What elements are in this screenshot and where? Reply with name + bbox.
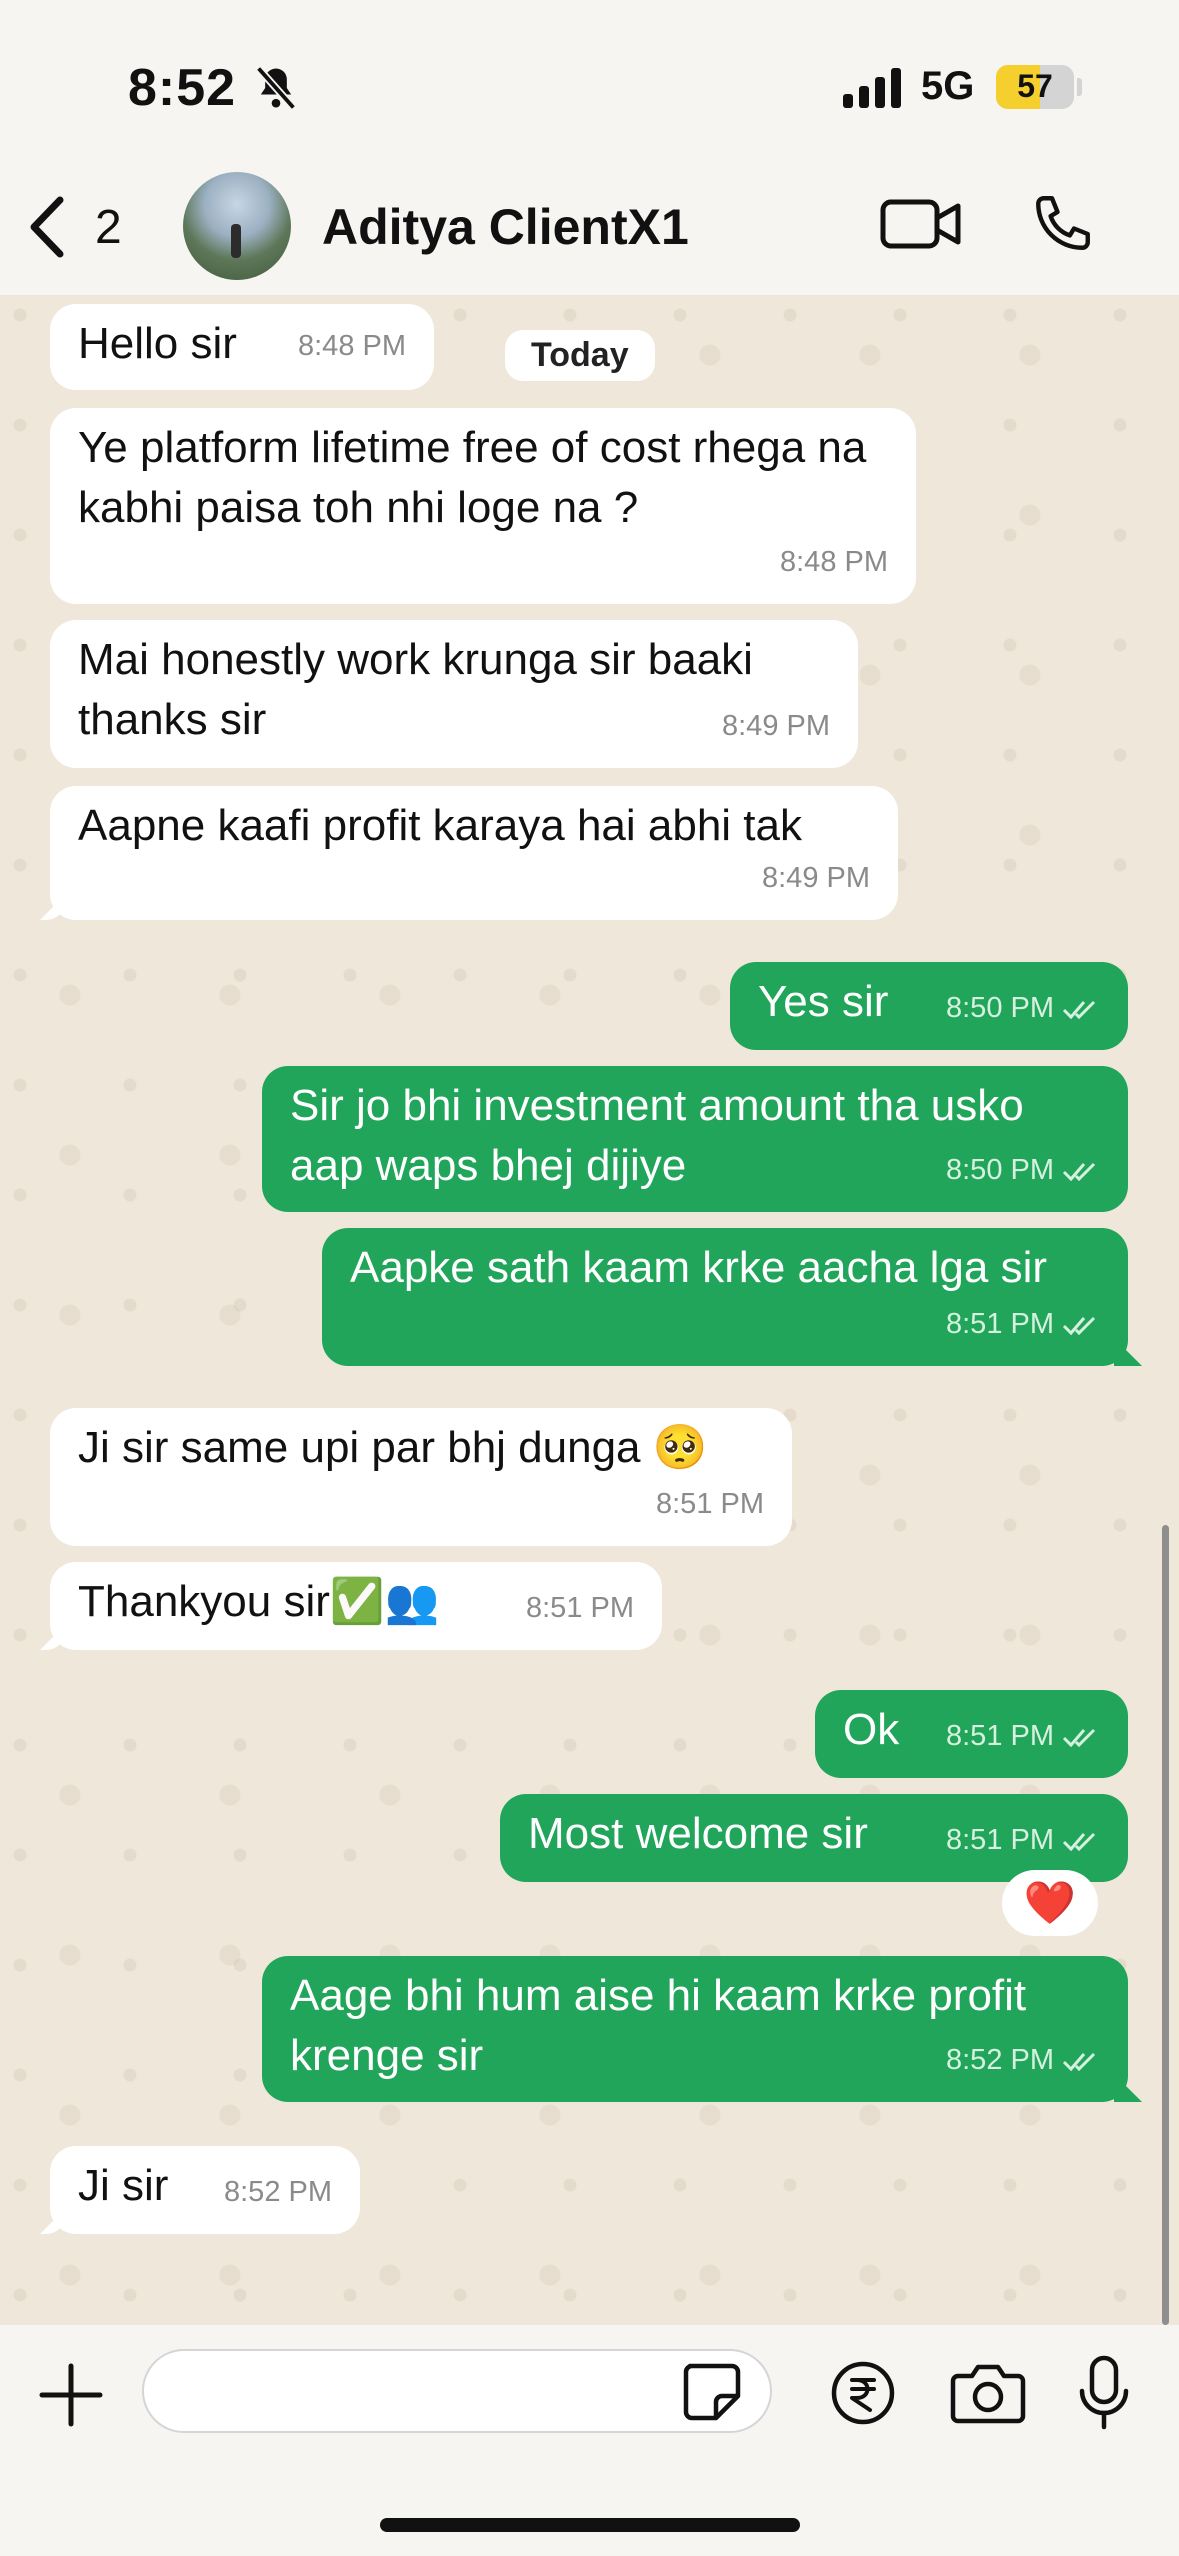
scrollbar[interactable]	[1162, 1525, 1169, 2325]
battery-icon: 57	[996, 65, 1074, 109]
message-text: Aapke sath kaam krke aacha lga sir	[350, 1243, 1048, 1292]
read-ticks-icon	[1062, 2053, 1096, 2072]
message-bubble[interactable]: Ye platform lifetime free of cost rhega …	[50, 408, 916, 604]
read-ticks-icon	[1062, 1001, 1096, 1020]
message-bubble[interactable]: Yes sir 8:50 PM	[730, 962, 1128, 1050]
message-time: 8:50 PM	[946, 1140, 1102, 1200]
battery-level: 57	[1017, 68, 1053, 104]
message-time: 8:51 PM	[526, 1592, 634, 1624]
message-time: 8:52 PM	[946, 2030, 1102, 2090]
top-bar: 8:52 5G 57 2 Aditya ClientX1	[0, 0, 1179, 295]
back-unread-count[interactable]: 2	[95, 200, 122, 255]
phone-icon[interactable]	[1030, 190, 1096, 256]
message-time: 8:49 PM	[722, 710, 830, 742]
read-ticks-icon	[1062, 1833, 1096, 1852]
message-time: 8:51 PM	[656, 1488, 764, 1520]
message-bubble[interactable]: Mai honestly work krunga sir baaki thank…	[50, 620, 858, 768]
message-time-text: 8:50 PM	[946, 1154, 1054, 1186]
message-bubble[interactable]: Aapke sath kaam krke aacha lga sir 8:51 …	[322, 1228, 1128, 1366]
read-ticks-icon	[1062, 1729, 1096, 1748]
message-time-text: 8:51 PM	[946, 1308, 1054, 1340]
mic-icon[interactable]	[1076, 2355, 1132, 2431]
message-text: Ye platform lifetime free of cost rhega …	[78, 423, 867, 532]
battery-nub	[1077, 78, 1082, 96]
bell-slash-icon	[255, 65, 297, 111]
read-ticks-icon	[1062, 1317, 1096, 1336]
message-input[interactable]	[142, 2349, 772, 2433]
sticker-icon[interactable]	[680, 2360, 742, 2422]
message-time: 8:48 PM	[298, 330, 406, 362]
contact-name[interactable]: Aditya ClientX1	[322, 198, 689, 256]
message-text: Ji sir same upi par bhj dunga 🥺	[78, 1423, 708, 1472]
rupee-icon[interactable]	[830, 2360, 896, 2426]
message-time-text: 8:50 PM	[946, 992, 1054, 1024]
date-separator: Today	[505, 330, 655, 381]
message-time: 8:50 PM	[946, 978, 1102, 1038]
read-ticks-icon	[1062, 1163, 1096, 1182]
plus-icon[interactable]	[38, 2362, 104, 2428]
message-bubble[interactable]: Hello sir 8:48 PM	[50, 304, 434, 390]
message-time-text: 8:52 PM	[946, 2044, 1054, 2076]
message-time: 8:51 PM	[946, 1810, 1102, 1870]
message-time: 8:51 PM	[946, 1706, 1102, 1766]
network-label: 5G	[921, 64, 975, 108]
message-text: Aapne kaafi profit karaya hai abhi tak	[78, 801, 803, 850]
home-indicator	[380, 2518, 800, 2532]
message-time-text: 8:51 PM	[946, 1824, 1054, 1856]
back-chevron-icon[interactable]	[22, 192, 72, 262]
heart-reaction[interactable]: ❤️	[1002, 1870, 1098, 1936]
message-time: 8:48 PM	[780, 546, 888, 578]
message-time: 8:52 PM	[224, 2176, 332, 2208]
message-bubble[interactable]: Ji sir 8:52 PM	[50, 2146, 360, 2234]
status-time: 8:52	[128, 59, 237, 117]
message-bubble[interactable]: Aapne kaafi profit karaya hai abhi tak 8…	[50, 786, 898, 920]
message-bubble[interactable]: Sir jo bhi investment amount tha usko aa…	[262, 1066, 1128, 1212]
video-call-icon[interactable]	[880, 196, 962, 252]
camera-icon[interactable]	[950, 2362, 1026, 2424]
message-time-text: 8:51 PM	[946, 1720, 1054, 1752]
message-time: 8:51 PM	[946, 1294, 1102, 1354]
message-bubble[interactable]: Ji sir same upi par bhj dunga 🥺 8:51 PM	[50, 1408, 792, 1546]
avatar[interactable]	[183, 172, 291, 280]
message-bubble[interactable]: Ok 8:51 PM	[815, 1690, 1128, 1778]
signal-icon	[843, 68, 901, 108]
message-bubble[interactable]: Aage bhi hum aise hi kaam krke profit kr…	[262, 1956, 1128, 2102]
message-bubble[interactable]: Thankyou sir✅👥 8:51 PM	[50, 1562, 662, 1650]
message-bubble[interactable]: Most welcome sir 8:51 PM	[500, 1794, 1128, 1882]
message-time: 8:49 PM	[762, 862, 870, 894]
